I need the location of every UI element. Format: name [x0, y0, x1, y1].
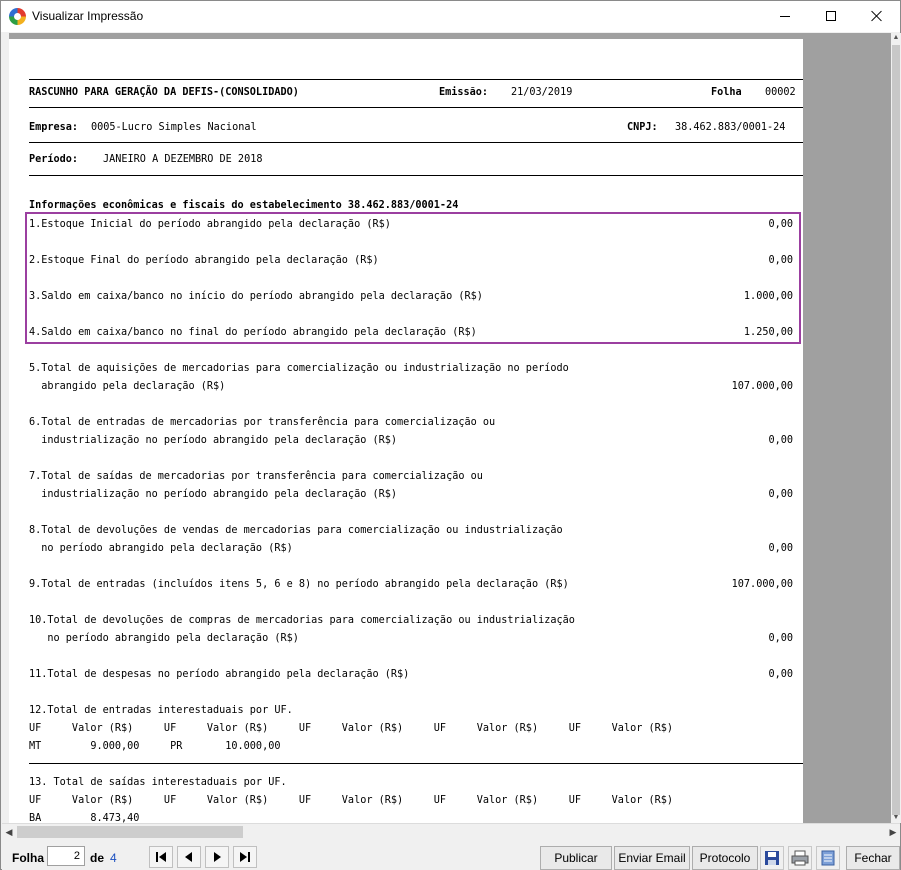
window-title: Visualizar Impressão: [32, 9, 144, 23]
item-10-value: 0,00: [768, 633, 793, 644]
previous-page-icon: [185, 852, 192, 862]
item-6-label-cont: industrialização no período abrangido pe…: [29, 435, 398, 446]
minimize-icon: [780, 15, 790, 17]
cnpj-label: CNPJ:: [627, 122, 658, 133]
total-pages: 4: [110, 851, 117, 865]
divider: [29, 175, 803, 176]
empresa-label: Empresa:: [29, 122, 79, 133]
divider: [29, 142, 803, 143]
section-title: Informações econômicas e fiscais do esta…: [29, 200, 459, 211]
report-page: RASCUNHO PARA GERAÇÃO DA DEFIS-(CONSOLID…: [9, 39, 803, 823]
report-viewer[interactable]: RASCUNHO PARA GERAÇÃO DA DEFIS-(CONSOLID…: [9, 33, 891, 823]
save-icon: [765, 851, 779, 865]
print-button[interactable]: [788, 846, 812, 870]
cnpj-value: 38.462.883/0001-24: [675, 122, 786, 133]
item-7-label: 7.Total de saídas de mercadorias por tra…: [29, 471, 483, 482]
uf-entradas-title: 12.Total de entradas interestaduais por …: [29, 705, 293, 716]
print-preview-window: Visualizar Impressão RASCUNHO PARA GERAÇ…: [0, 0, 901, 870]
uf-saidas-header: UF Valor (R$) UF Valor (R$) UF Valor (R$…: [29, 795, 674, 806]
item-5-value: 107.000,00: [731, 381, 793, 392]
close-icon: [871, 10, 883, 22]
item-11-label: 11.Total de despesas no período abrangid…: [29, 669, 410, 680]
item-7-value: 0,00: [768, 489, 793, 500]
close-button[interactable]: Fechar: [846, 846, 900, 870]
item-9-value: 107.000,00: [731, 579, 793, 590]
report-title: RASCUNHO PARA GERAÇÃO DA DEFIS-(CONSOLID…: [29, 87, 299, 98]
publish-button[interactable]: Publicar: [540, 846, 612, 870]
emissao-label: Emissão:: [439, 87, 489, 98]
document-icon: [821, 850, 835, 866]
periodo-label: Período:: [29, 154, 79, 165]
next-page-icon: [214, 852, 221, 862]
item-6-label: 6.Total de entradas de mercadorias por t…: [29, 417, 496, 428]
vertical-scrollbar[interactable]: ▲ ▼: [891, 33, 901, 823]
save-button[interactable]: [760, 846, 784, 870]
item-5-label: 5.Total de aquisições de mercadorias par…: [29, 363, 569, 374]
divider: [29, 79, 803, 80]
item-5-label-cont: abrangido pela declaração (R$): [29, 381, 226, 392]
title-bar: Visualizar Impressão: [1, 1, 900, 32]
last-page-button[interactable]: [233, 846, 257, 868]
last-page-icon: [240, 852, 250, 862]
item-8-value: 0,00: [768, 543, 793, 554]
scroll-up-icon[interactable]: ▲: [892, 33, 900, 43]
item-11-value: 0,00: [768, 669, 793, 680]
scroll-left-icon[interactable]: ◀: [2, 825, 16, 839]
item-6-value: 0,00: [768, 435, 793, 446]
bottom-toolbar: Folha de 4 Publicar Enviar Email Protoco…: [2, 841, 900, 870]
report-content: RASCUNHO PARA GERAÇÃO DA DEFIS-(CONSOLID…: [29, 39, 803, 823]
close-window-button[interactable]: [854, 1, 900, 31]
uf-saidas-title: 13. Total de saídas interestaduais por U…: [29, 777, 287, 788]
page-number-input[interactable]: [47, 846, 85, 866]
first-page-button[interactable]: [149, 846, 173, 868]
next-page-button[interactable]: [205, 846, 229, 868]
periodo-value: JANEIRO A DEZEMBRO DE 2018: [103, 154, 263, 165]
emissao-value: 21/03/2019: [511, 87, 573, 98]
uf-entradas-row: MT 9.000,00 PR 10.000,00: [29, 741, 281, 752]
of-label: de: [90, 851, 105, 865]
item-10-label-cont: no período abrangido pela declaração (R$…: [29, 633, 299, 644]
horizontal-scroll-thumb[interactable]: [17, 826, 243, 838]
uf-saidas-row: BA 8.473,40: [29, 813, 140, 823]
divider: [29, 763, 803, 764]
page-label: Folha: [12, 851, 44, 865]
scroll-right-icon[interactable]: ▶: [886, 825, 900, 839]
highlight-box: [25, 212, 801, 344]
folha-label: Folha: [711, 87, 742, 98]
minimize-button[interactable]: [762, 1, 808, 31]
send-email-button[interactable]: Enviar Email: [614, 846, 690, 870]
item-9-label: 9.Total de entradas (incluídos itens 5, …: [29, 579, 569, 590]
app-logo-icon: [9, 8, 26, 25]
export-button[interactable]: [816, 846, 840, 870]
first-page-icon: [156, 852, 166, 862]
uf-entradas-header: UF Valor (R$) UF Valor (R$) UF Valor (R$…: [29, 723, 674, 734]
maximize-button[interactable]: [808, 1, 854, 31]
item-8-label: 8.Total de devoluções de vendas de merca…: [29, 525, 563, 536]
empresa-value: 0005-Lucro Simples Nacional: [91, 122, 257, 133]
item-10-label: 10.Total de devoluções de compras de mer…: [29, 615, 575, 626]
previous-page-button[interactable]: [177, 846, 201, 868]
item-7-label-cont: industrialização no período abrangido pe…: [29, 489, 398, 500]
scroll-down-icon[interactable]: ▼: [892, 813, 900, 823]
vertical-scroll-thumb[interactable]: [892, 45, 900, 815]
maximize-icon: [826, 11, 836, 21]
divider: [29, 107, 803, 108]
folha-value: 00002: [765, 87, 796, 98]
protocol-button[interactable]: Protocolo: [692, 846, 758, 870]
horizontal-scrollbar[interactable]: ◀ ▶: [2, 823, 900, 840]
printer-icon: [791, 850, 809, 866]
item-8-label-cont: no período abrangido pela declaração (R$…: [29, 543, 293, 554]
